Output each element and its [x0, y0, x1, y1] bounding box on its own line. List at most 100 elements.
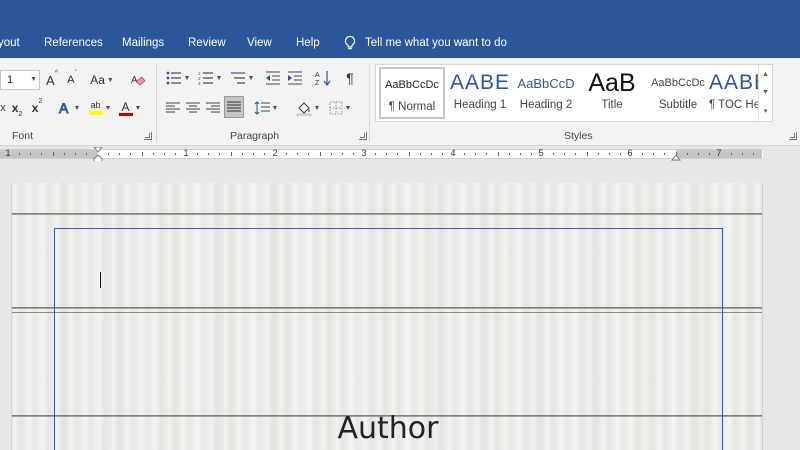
- author-text[interactable]: Author: [12, 411, 762, 446]
- justify-icon: [227, 101, 241, 112]
- more-styles-icon[interactable]: ▾: [764, 107, 768, 115]
- paragraph-dialog-launcher-icon[interactable]: [359, 132, 367, 140]
- show-formatting-button[interactable]: ¶: [342, 68, 358, 88]
- shading-button[interactable]: ▼: [294, 98, 322, 118]
- style-heading-1[interactable]: AABE Heading 1: [447, 67, 513, 119]
- horizontal-ruler[interactable]: 1 1 2 3 4 5 6 7: [0, 147, 800, 165]
- style-name: ¶ Normal: [388, 101, 436, 113]
- align-right-button[interactable]: [204, 98, 222, 118]
- grow-font-button[interactable]: A ^: [44, 70, 60, 90]
- tell-me-search[interactable]: Tell me what you want to do: [343, 35, 507, 51]
- font-size-value: 1: [7, 74, 14, 86]
- text-effects-button[interactable]: A ▼: [56, 98, 82, 118]
- style-name: Heading 1: [453, 99, 507, 111]
- ruler-tick: [519, 153, 521, 155]
- chevron-down-icon[interactable]: ▼: [762, 89, 769, 96]
- font-dialog-launcher-icon[interactable]: [144, 132, 152, 140]
- style-preview: AaBbCcD: [517, 75, 575, 91]
- first-line-indent-marker-icon[interactable]: [93, 147, 103, 153]
- ruler-tick: [464, 153, 466, 155]
- style-subtitle[interactable]: AaBbCcDc Subtitle: [645, 67, 711, 119]
- ruler-number: 7: [716, 148, 722, 158]
- ruler-tick: [319, 152, 321, 156]
- ruler-tick: [486, 153, 488, 155]
- style-preview: AaB: [588, 68, 636, 97]
- increase-indent-button[interactable]: [286, 68, 304, 88]
- ruler-tick: [664, 153, 666, 155]
- ruler-tick: [708, 153, 710, 155]
- tab-references[interactable]: References: [44, 37, 103, 49]
- tab-view[interactable]: View: [247, 37, 272, 49]
- tell-me-label: Tell me what you want to do: [365, 37, 507, 49]
- style-toc-heading[interactable]: AABE ¶ TOC He...: [709, 67, 759, 119]
- wood-plank-seam: [12, 213, 762, 215]
- ribbon-tab-bar: yout References Mailings Review View Hel…: [0, 0, 800, 58]
- ruler-tick: [30, 153, 32, 155]
- styles-scroll[interactable]: ▲ ▼ ▾: [758, 65, 772, 121]
- tab-review[interactable]: Review: [188, 37, 226, 49]
- font-color-bar-icon: [118, 112, 133, 116]
- ruler-tick: [375, 153, 377, 155]
- group-divider: [369, 64, 370, 142]
- style-normal[interactable]: AaBbCcDc ¶ Normal: [379, 67, 445, 119]
- ruler-tick: [642, 153, 644, 155]
- ruler-tick: [397, 153, 399, 155]
- tab-mailings[interactable]: Mailings: [122, 37, 164, 49]
- ruler-tick: [208, 153, 210, 155]
- document-page[interactable]: Author: [11, 183, 763, 450]
- sort-az-icon: A Z: [315, 71, 331, 86]
- line-spacing-button[interactable]: ▼: [252, 98, 280, 118]
- align-center-icon: [186, 102, 200, 113]
- ruler-tick: [297, 153, 299, 155]
- ruler-tick: [497, 152, 499, 156]
- font-color-label: A: [121, 99, 130, 114]
- ruler-tick: [330, 153, 332, 155]
- chevron-up-icon[interactable]: ▲: [762, 71, 769, 78]
- shrink-font-button[interactable]: Aˇ: [64, 70, 80, 90]
- ruler-tick: [219, 153, 221, 155]
- borders-button[interactable]: ▼: [326, 98, 354, 118]
- ruler-tick: [152, 153, 154, 155]
- align-left-button[interactable]: [164, 98, 182, 118]
- superscript-label: x: [31, 101, 39, 115]
- ruler-tick: [119, 153, 121, 155]
- font-size-combo[interactable]: 1 ▼: [0, 70, 40, 90]
- style-preview: AABE: [709, 71, 759, 94]
- highlight-color-button[interactable]: ab ▼: [86, 98, 114, 118]
- tab-layout[interactable]: yout: [0, 37, 20, 49]
- justify-button[interactable]: [224, 96, 244, 118]
- strikethrough-button[interactable]: x: [0, 98, 8, 118]
- style-name: ¶ TOC He...: [709, 99, 759, 111]
- ruler-tick: [386, 153, 388, 155]
- style-name: Heading 2: [519, 99, 573, 111]
- ruler-tick: [753, 153, 755, 155]
- style-heading-2[interactable]: AaBbCcD Heading 2: [513, 67, 579, 119]
- multilevel-list-button[interactable]: ▼: [228, 68, 256, 88]
- style-name: Subtitle: [658, 99, 698, 111]
- superscript-button[interactable]: x2: [28, 98, 46, 118]
- ruler-tick: [430, 153, 432, 155]
- chevron-down-icon: ▼: [30, 76, 37, 83]
- document-canvas[interactable]: Author: [0, 161, 800, 450]
- subscript-button[interactable]: x2: [8, 98, 26, 118]
- ruler-tick: [263, 153, 265, 155]
- sort-button[interactable]: A Z: [314, 68, 332, 88]
- ruler-left-margin: [0, 150, 98, 158]
- bullets-button[interactable]: ▼: [164, 68, 192, 88]
- change-case-button[interactable]: Aa ▼: [88, 70, 116, 90]
- ruler-tick: [508, 153, 510, 155]
- shrink-font-label: A: [67, 74, 75, 86]
- numbering-button[interactable]: 1 2 3 ▼: [196, 68, 224, 88]
- font-group-label: Font: [12, 130, 34, 142]
- ruler-tick: [41, 153, 43, 155]
- ruler-tick: [419, 153, 421, 155]
- font-color-button[interactable]: A ▼: [116, 98, 144, 118]
- style-title[interactable]: AaB Title: [579, 67, 645, 119]
- clear-formatting-button[interactable]: A: [128, 70, 148, 90]
- decrease-indent-button[interactable]: [264, 68, 282, 88]
- highlighter-icon: [88, 111, 103, 115]
- align-center-button[interactable]: [184, 98, 202, 118]
- ruler-tick: [441, 153, 443, 155]
- styles-dialog-launcher-icon[interactable]: [789, 132, 797, 140]
- tab-help[interactable]: Help: [296, 37, 320, 49]
